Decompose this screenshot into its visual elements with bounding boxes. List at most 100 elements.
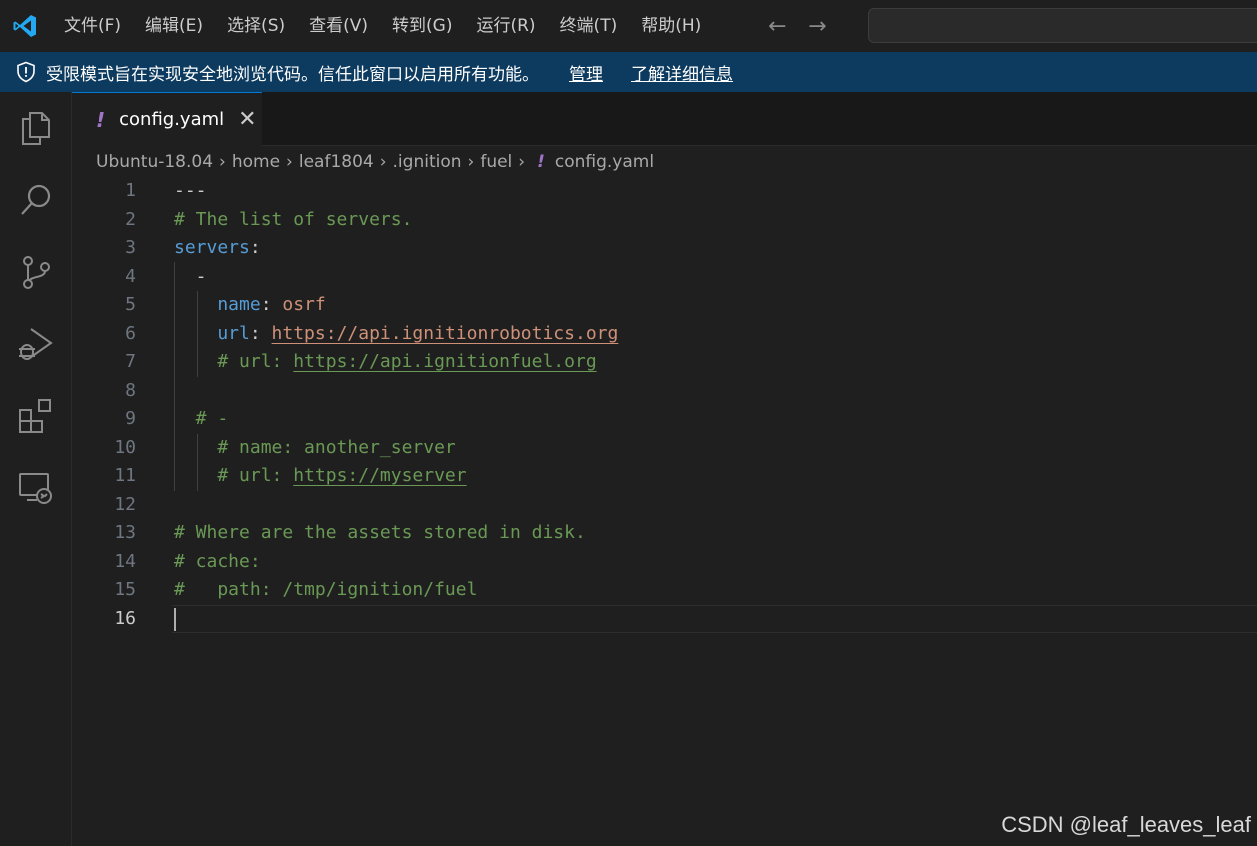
search-icon[interactable] <box>16 180 56 220</box>
indent-guide <box>174 262 175 491</box>
line-code: servers: <box>174 234 261 263</box>
text-cursor <box>174 607 176 631</box>
line-number: 14 <box>114 550 136 572</box>
code-token[interactable]: https://api.ignitionfuel.org <box>293 351 596 372</box>
menu-go[interactable]: 转到(G) <box>380 10 464 42</box>
chevron-right-icon: › <box>518 152 526 172</box>
line-number: 8 <box>125 379 136 401</box>
code-token: # - <box>174 408 229 429</box>
activity-bar <box>0 92 72 846</box>
line-number: 9 <box>125 408 136 429</box>
code-token: # url: <box>174 351 294 372</box>
code-token: url <box>174 322 250 344</box>
line-number: 3 <box>125 237 136 258</box>
code-line: 16 <box>72 604 1257 633</box>
code-token: servers <box>174 237 250 258</box>
code-token[interactable]: https://api.ignitionrobotics.org <box>272 323 619 344</box>
remote-explorer-icon[interactable] <box>16 468 56 508</box>
line-code: # cache: <box>174 548 261 577</box>
chevron-right-icon: › <box>286 152 293 172</box>
code-line: 10 # name: another_server <box>72 434 1257 463</box>
menu-terminal[interactable]: 终端(T) <box>548 10 630 42</box>
code-line: 6 url: https://api.ignitionrobotics.org <box>72 320 1257 349</box>
line-code: # path: /tmp/ignition/fuel <box>174 576 477 605</box>
code-token: : <box>260 294 283 315</box>
chevron-right-icon: › <box>219 152 226 172</box>
vscode-logo-icon <box>12 13 38 39</box>
code-token: # The list of servers. <box>174 208 413 230</box>
close-icon[interactable]: ✕ <box>238 107 256 132</box>
code-token: --- <box>174 180 207 201</box>
tab-config-yaml[interactable]: ! config.yaml ✕ <box>72 92 262 146</box>
line-number: 1 <box>125 180 136 201</box>
code-line: 7 # url: https://api.ignitionfuel.org <box>72 348 1257 377</box>
code-token: : <box>249 237 261 258</box>
line-code: # Where are the assets stored in disk. <box>174 519 586 548</box>
line-number: 7 <box>125 351 136 372</box>
menu-selection[interactable]: 选择(S) <box>215 10 297 42</box>
tab-bar: ! config.yaml ✕ <box>72 92 1257 146</box>
line-number: 2 <box>125 208 136 230</box>
menu-help[interactable]: 帮助(H) <box>629 10 713 42</box>
breadcrumb-item[interactable]: config.yaml <box>555 152 654 172</box>
breadcrumb: Ubuntu-18.04 › home › leaf1804 › .igniti… <box>96 147 654 177</box>
code-line: 13 # Where are the assets stored in disk. <box>72 519 1257 548</box>
code-token: name <box>174 294 261 315</box>
shield-icon <box>16 61 38 83</box>
line-number: 13 <box>114 522 136 543</box>
menu-file[interactable]: 文件(F) <box>52 10 133 42</box>
yaml-file-icon: ! <box>537 152 545 172</box>
line-number: 11 <box>114 465 136 486</box>
learn-more-link[interactable]: 了解详细信息 <box>631 60 733 85</box>
breadcrumb-item[interactable]: fuel <box>480 152 512 172</box>
line-code: url: https://api.ignitionrobotics.org <box>174 320 618 349</box>
menu-run[interactable]: 运行(R) <box>464 10 547 42</box>
code-line: 11 # url: https://myserver <box>72 462 1257 491</box>
yaml-file-icon: ! <box>96 107 106 132</box>
code-token: # url: <box>174 465 294 486</box>
code-line: 9 # - <box>72 405 1257 434</box>
breadcrumb-item[interactable]: Ubuntu-18.04 <box>96 152 213 172</box>
line-code: # name: another_server <box>174 434 455 463</box>
menu-view[interactable]: 查看(V) <box>297 10 380 42</box>
code-editor[interactable]: 1 --- 2 # The list of servers. 3 servers: 4 -5… <box>72 177 1257 846</box>
code-token: : <box>249 322 272 344</box>
line-number: 5 <box>125 294 136 315</box>
line-number: 16 <box>114 607 136 629</box>
line-code: # - <box>174 405 229 434</box>
indent-guide <box>197 291 198 377</box>
code-token: # cache: <box>174 550 261 572</box>
breadcrumb-item[interactable]: leaf1804 <box>299 152 374 172</box>
code-token: - <box>174 265 207 287</box>
forward-arrow-icon[interactable]: → <box>797 14 837 39</box>
code-token: # Where are the assets stored in disk. <box>174 522 586 543</box>
command-center-search[interactable] <box>868 8 1257 43</box>
code-line: 14 # cache: <box>72 548 1257 577</box>
chevron-right-icon: › <box>467 152 475 172</box>
banner-message: 受限模式旨在实现安全地浏览代码。信任此窗口以启用所有功能。 <box>46 64 539 85</box>
code-token: # path: /tmp/ignition/fuel <box>174 579 478 600</box>
extensions-icon[interactable] <box>16 396 56 436</box>
manage-link[interactable]: 管理 <box>569 60 603 85</box>
source-control-icon[interactable] <box>16 252 56 292</box>
code-token[interactable]: https://myserver <box>293 465 466 486</box>
line-number: 15 <box>114 579 136 600</box>
line-code: # url: https://myserver <box>174 462 466 491</box>
code-line: 5 name: osrf <box>72 291 1257 320</box>
restricted-mode-banner: 受限模式旨在实现安全地浏览代码。信任此窗口以启用所有功能。 管理 了解详细信息 <box>0 52 1257 92</box>
line-code: # The list of servers. <box>174 206 412 235</box>
code-token: osrf <box>282 294 326 315</box>
code-line: 8 <box>72 377 1257 406</box>
back-arrow-icon[interactable]: ← <box>757 14 797 39</box>
code-line: 2 # The list of servers. <box>72 206 1257 235</box>
menu-edit[interactable]: 编辑(E) <box>133 10 215 42</box>
breadcrumb-item[interactable]: home <box>232 152 280 172</box>
breadcrumb-item[interactable]: .ignition <box>393 152 462 172</box>
explorer-icon[interactable] <box>16 108 56 148</box>
code-line: 4 - <box>72 263 1257 292</box>
code-line: 3 servers: <box>72 234 1257 263</box>
line-code: --- <box>174 177 207 206</box>
run-debug-icon[interactable] <box>16 324 56 364</box>
code-line: 15 # path: /tmp/ignition/fuel <box>72 576 1257 605</box>
title-bar: 文件(F) 编辑(E) 选择(S) 查看(V) 转到(G) 运行(R) 终端(T… <box>0 0 1257 52</box>
